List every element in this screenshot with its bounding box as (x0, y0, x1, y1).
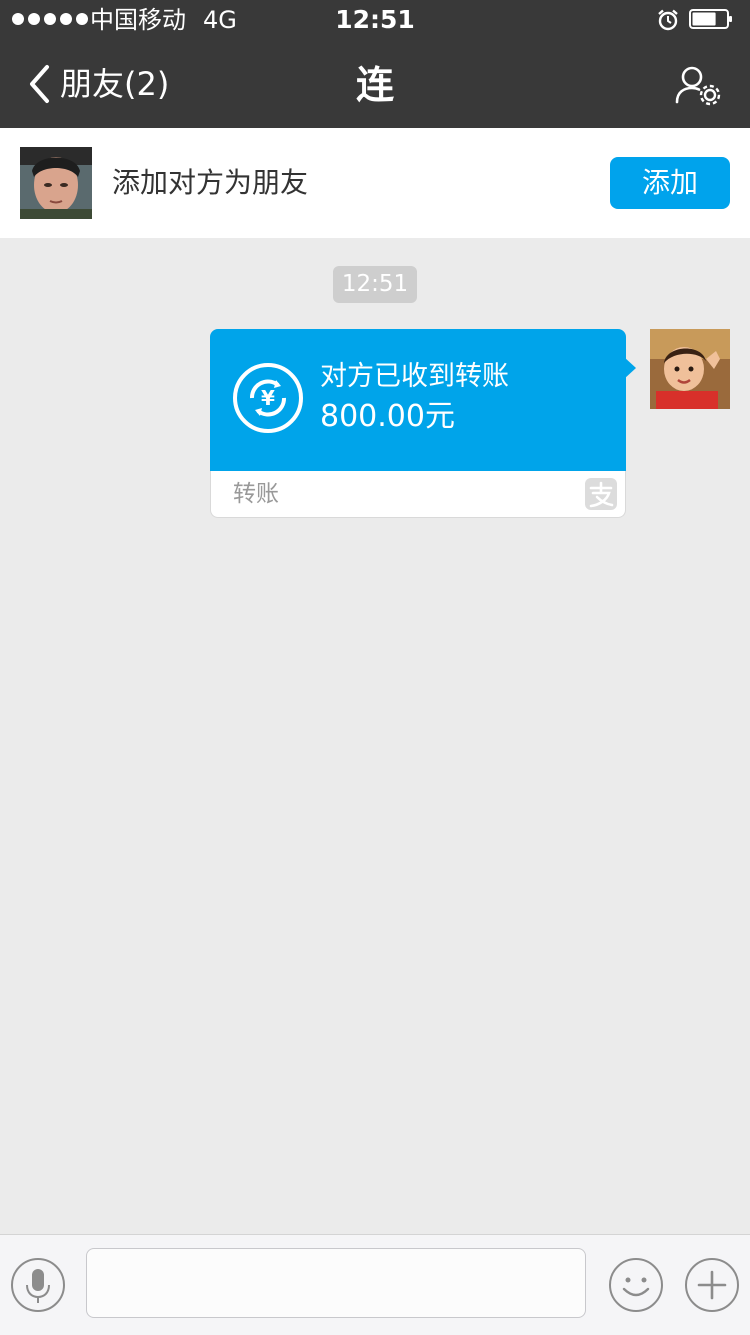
emoji-icon[interactable] (608, 1257, 664, 1313)
bubble-tail (624, 357, 636, 379)
message-timestamp: 12:51 (333, 266, 417, 303)
add-friend-banner: 添加对方为朋友 添加 (0, 128, 750, 238)
transfer-card-footer: 转账 (210, 471, 626, 518)
message-input[interactable] (86, 1248, 586, 1318)
person-photo (20, 147, 92, 219)
transfer-card-top: ¥ 对方已收到转账 800.00元 (210, 329, 626, 471)
transfer-amount: 800.00元 (320, 399, 455, 434)
yuan-transfer-icon: ¥ (233, 363, 303, 433)
sender-avatar[interactable] (650, 329, 730, 409)
plus-icon[interactable] (684, 1257, 740, 1313)
avatar[interactable] (20, 147, 92, 219)
voice-icon[interactable] (10, 1257, 66, 1313)
add-friend-prompt: 添加对方为朋友 (112, 166, 309, 199)
status-time: 12:51 (335, 5, 415, 34)
transfer-label: 转账 (233, 481, 279, 507)
add-friend-button[interactable]: 添加 (610, 157, 730, 209)
transfer-status: 对方已收到转账 (320, 361, 509, 392)
battery-icon (689, 9, 732, 29)
status-bar: 中国移动 4G 12:51 (0, 0, 750, 40)
top-bar: 中国移动 4G 12:51 朋友(2) 连 (0, 0, 750, 128)
alipay-icon (585, 478, 617, 510)
alarm-icon (658, 9, 678, 31)
page-title: 连 (355, 63, 394, 107)
input-bar (0, 1234, 750, 1335)
user-settings-icon[interactable] (674, 64, 722, 106)
svg-text:¥: ¥ (261, 386, 275, 410)
transfer-message[interactable]: ¥ 对方已收到转账 800.00元 转账 (210, 329, 636, 518)
child-photo (650, 329, 730, 409)
